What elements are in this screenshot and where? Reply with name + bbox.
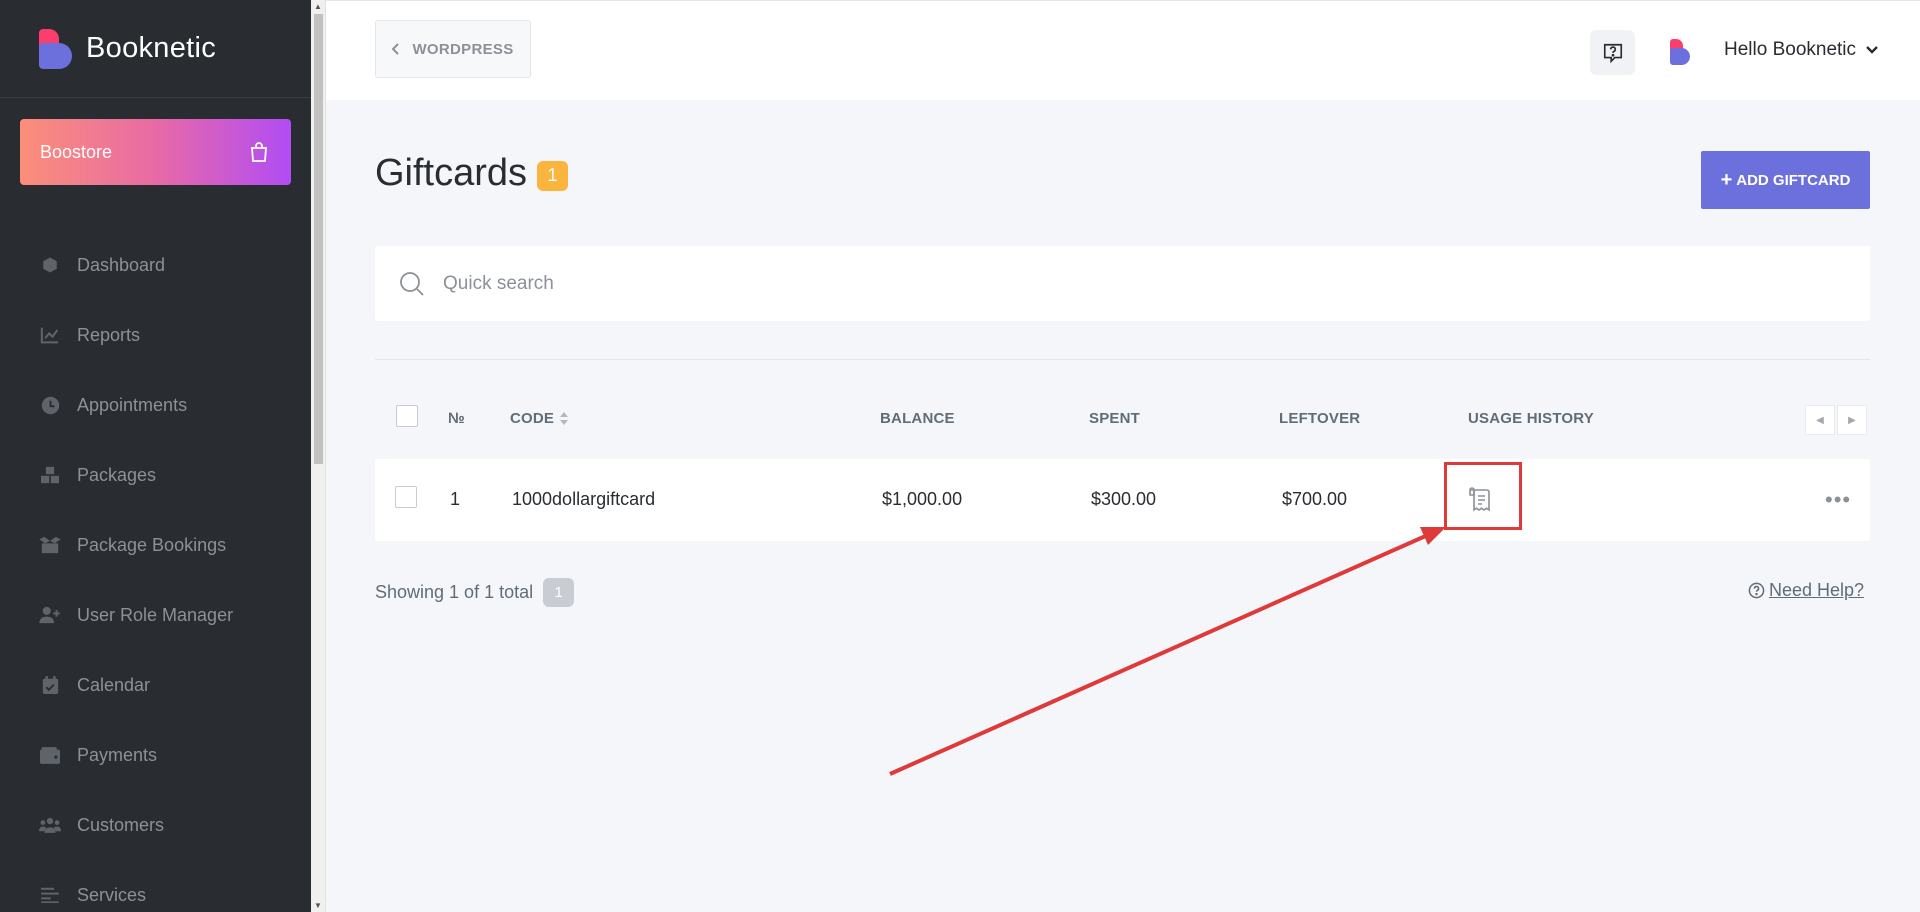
sidebar-item-label: Customers (77, 814, 165, 835)
search-bar (375, 246, 1870, 321)
column-header-code[interactable]: CODE (510, 410, 569, 427)
calendar-check-icon (39, 675, 61, 695)
sidebar-item-payments[interactable]: Payments (0, 720, 311, 790)
sidebar-item-services[interactable]: Services (0, 860, 311, 912)
sidebar-item-label: Payments (77, 744, 158, 765)
boostore-label: Boostore (40, 141, 113, 162)
need-help-link[interactable]: Need Help? (1748, 580, 1864, 601)
giftcard-code: 1000dollargiftcard (512, 489, 656, 509)
row-actions-more-button[interactable]: ••• (1825, 487, 1851, 513)
sidebar-item-appointments[interactable]: Appointments (0, 370, 311, 440)
clock-icon (39, 395, 61, 415)
user-menu-dropdown[interactable]: Hello Booknetic (1724, 39, 1878, 61)
showing-total-text: Showing 1 of 1 total (375, 582, 534, 602)
giftcard-leftover: $700.00 (1282, 489, 1348, 509)
cube-icon (39, 255, 61, 275)
column-header-code-label: CODE (510, 410, 555, 427)
chevron-down-icon (1866, 46, 1878, 54)
users-icon (39, 815, 61, 835)
user-avatar[interactable] (1670, 39, 1690, 65)
user-plus-icon (39, 605, 61, 625)
caret-left-icon: ◀ (1816, 414, 1824, 426)
back-to-wordpress-label: WORDPRESS (412, 40, 514, 58)
sidebar-item-label: Calendar (77, 674, 151, 695)
sidebar-item-label: Services (77, 884, 147, 905)
shopping-bag-icon (251, 142, 267, 162)
page-title: Giftcards 1 (375, 152, 569, 195)
divider (375, 359, 1870, 360)
column-header-balance: BALANCE (880, 410, 955, 427)
sidebar-item-customers[interactable]: Customers (0, 790, 311, 860)
scrollbar-thumb[interactable] (314, 14, 323, 464)
sidebar-item-packages[interactable]: Packages (0, 440, 311, 510)
giftcard-spent: $300.00 (1091, 489, 1157, 509)
sidebar-item-reports[interactable]: Reports (0, 300, 311, 370)
caret-right-icon: ▶ (1848, 414, 1856, 426)
sidebar-item-label: User Role Manager (77, 604, 234, 625)
sidebar: Booknetic Boostore Dashboard Reports App… (0, 0, 311, 912)
giftcard-balance: $1,000.00 (882, 489, 963, 509)
plus-icon: + (1720, 169, 1733, 191)
add-giftcard-label: ADD GIFTCARD (1736, 171, 1851, 189)
need-help-label: Need Help? (1769, 580, 1865, 600)
page-number-badge[interactable]: 1 (543, 578, 575, 607)
column-header-leftover: LEFTOVER (1279, 410, 1361, 427)
box-open-icon (39, 535, 61, 555)
page-title-text: Giftcards (375, 152, 528, 194)
sidebar-item-label: Packages (77, 464, 157, 485)
sidebar-scrollbar[interactable]: ▲ ▼ (311, 0, 326, 912)
search-input[interactable] (443, 272, 1643, 295)
topbar: WORDPRESS Hello Booknetic (326, 0, 1920, 100)
scroll-up-icon[interactable]: ▲ (314, 2, 322, 11)
user-greeting: Hello Booknetic (1724, 39, 1857, 60)
list-icon (39, 885, 61, 905)
chevron-left-icon (392, 43, 400, 55)
column-header-spent: SPENT (1089, 410, 1141, 427)
boostore-button[interactable]: Boostore (20, 119, 291, 185)
booknetic-logo-icon (39, 28, 72, 69)
scroll-left-button[interactable]: ◀ (1805, 405, 1835, 435)
sidebar-item-label: Package Bookings (77, 534, 227, 555)
sidebar-item-label: Appointments (77, 394, 188, 415)
pagination-info: Showing 1 of 1 total 1 (375, 578, 575, 607)
wallet-icon (39, 745, 61, 765)
sidebar-item-label: Reports (77, 324, 141, 345)
sidebar-item-calendar[interactable]: Calendar (0, 650, 311, 720)
row-number: 1 (450, 489, 461, 509)
sidebar-nav: Dashboard Reports Appointments Packages … (0, 230, 311, 912)
table-row: 1 1000dollargiftcard $1,000.00 $300.00 $… (375, 459, 1870, 541)
boxes-icon (39, 465, 61, 485)
receipt-icon[interactable] (1468, 487, 1494, 513)
column-header-usage-history: USAGE HISTORY (1468, 410, 1594, 427)
sidebar-item-package-bookings[interactable]: Package Bookings (0, 510, 311, 580)
question-circle-icon (1748, 582, 1765, 599)
sort-icon[interactable] (560, 412, 569, 425)
question-chat-icon (1603, 43, 1622, 63)
support-chat-button[interactable] (1590, 30, 1635, 75)
row-checkbox[interactable] (395, 486, 417, 508)
add-giftcard-button[interactable]: + ADD GIFTCARD (1701, 151, 1870, 209)
brand[interactable]: Booknetic (0, 0, 311, 98)
sidebar-item-dashboard[interactable]: Dashboard (0, 230, 311, 300)
scroll-right-button[interactable]: ▶ (1837, 405, 1867, 435)
giftcard-count-badge: 1 (537, 160, 569, 191)
select-all-checkbox[interactable] (396, 405, 418, 427)
sidebar-item-label: Dashboard (77, 254, 166, 275)
back-to-wordpress-button[interactable]: WORDPRESS (375, 20, 531, 78)
scroll-down-icon[interactable]: ▼ (314, 901, 322, 910)
chart-line-icon (39, 325, 61, 345)
sidebar-item-user-role-manager[interactable]: User Role Manager (0, 580, 311, 650)
table-header: № CODE BALANCE SPENT LEFTOVER USAGE HIST… (375, 398, 1870, 438)
brand-name: Booknetic (86, 32, 217, 64)
search-icon (400, 271, 424, 296)
column-header-number: № (448, 410, 465, 427)
